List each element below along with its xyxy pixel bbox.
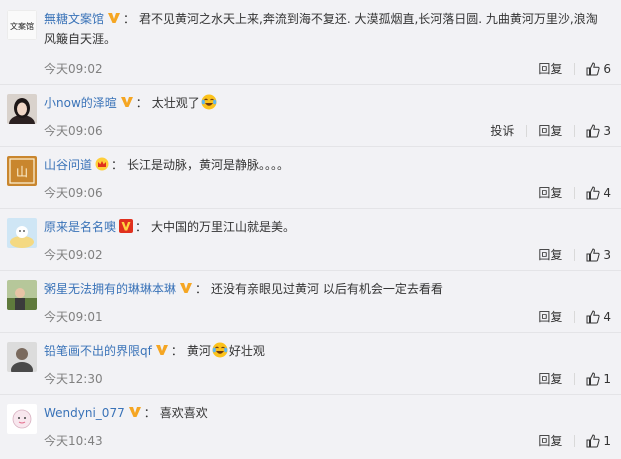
comment-content: 粥星无法拥有的琳琳本琳：还没有亲眼见过黄河 以后有机会一定去看看: [44, 281, 443, 296]
comment-list: 文案馆 無糖文案馆：君不见黄河之水天上来,奔流到海不复还. 大漠孤烟直,长河落日…: [0, 0, 621, 459]
like-count: 4: [603, 310, 611, 324]
comment-time: 今天09:01: [44, 310, 103, 324]
username[interactable]: Wendyni_077: [44, 406, 125, 420]
reply-button[interactable]: 回复: [526, 62, 574, 76]
comment-actions: 回复 6: [526, 62, 611, 76]
avatar[interactable]: 文案馆: [7, 10, 37, 40]
comment-text: 太壮观了: [151, 96, 200, 110]
report-button[interactable]: 投诉: [478, 124, 526, 138]
like-count: 6: [603, 62, 611, 76]
comment-time: 今天09:02: [44, 248, 103, 262]
like-count: 3: [603, 124, 611, 138]
comment-content: Wendyni_077：喜欢喜欢: [44, 405, 208, 420]
comment-content: 無糖文案馆：君不见黄河之水天上来,奔流到海不复还. 大漠孤烟直,长河落日圆. 九…: [44, 11, 598, 46]
crying-laughing-emoji-icon: [201, 94, 217, 110]
comment-content: 山谷问道：长江是动脉，黄河是静脉。。。。: [44, 157, 290, 172]
like-count: 1: [603, 434, 611, 448]
comment-item: 山 山谷问道：长江是动脉，黄河是静脉。。。。 今天09:06 回复 4: [0, 146, 621, 209]
thumbs-up-icon: [586, 372, 600, 386]
comment-actions: 回复 1: [526, 434, 611, 448]
username[interactable]: 原来是名名噢: [44, 220, 116, 234]
like-button[interactable]: 4: [574, 186, 611, 200]
like-count: 3: [603, 248, 611, 262]
comment-time: 今天09:02: [44, 62, 103, 76]
comment-text: 大中国的万里江山就是美。: [151, 220, 296, 234]
reply-button[interactable]: 回复: [526, 248, 574, 262]
v-verified-gold-icon: [155, 343, 169, 357]
comment-actions: 回复 1: [526, 372, 611, 386]
comment-item: 铅笔画不出的界限qf：黄河 好壮观 今天12:30 回复 1: [0, 332, 621, 395]
username[interactable]: 小now的泽暄: [44, 96, 117, 110]
v-verified-gold-icon: [128, 405, 142, 419]
thumbs-up-icon: [586, 186, 600, 200]
username[interactable]: 铅笔画不出的界限qf: [44, 344, 152, 358]
comment-item: Wendyni_077：喜欢喜欢 今天10:43 回复 1: [0, 394, 621, 459]
comment-text: 黄河: [186, 344, 211, 358]
comment-item: 粥星无法拥有的琳琳本琳：还没有亲眼见过黄河 以后有机会一定去看看 今天09:01…: [0, 270, 621, 333]
avatar[interactable]: 山: [7, 156, 37, 186]
like-count: 1: [603, 372, 611, 386]
avatar[interactable]: [7, 404, 37, 434]
comment-item: 小now的泽暄：太壮观了 今天09:06 投诉 回复 3: [0, 84, 621, 147]
comment-actions: 回复 3: [526, 248, 611, 262]
crying-laughing-emoji-icon: [212, 342, 228, 358]
comment-time: 今天10:43: [44, 434, 103, 448]
comment-item: 原来是名名噢：大中国的万里江山就是美。 今天09:02 回复 3: [0, 208, 621, 271]
comment-time: 今天09:06: [44, 186, 103, 200]
reply-button[interactable]: 回复: [526, 186, 574, 200]
comment-text: 喜欢喜欢: [159, 406, 208, 420]
reply-button[interactable]: 回复: [526, 124, 574, 138]
comment-actions: 投诉 回复 3: [478, 124, 611, 138]
svg-text:文案馆: 文案馆: [10, 21, 34, 31]
crown-icon: [95, 157, 109, 171]
v-verified-red-icon: [119, 219, 134, 233]
avatar[interactable]: [7, 280, 37, 310]
v-verified-gold-icon: [179, 281, 193, 295]
comment-time: 今天09:06: [44, 124, 103, 138]
comment-text: 长江是动脉，黄河是静脉。。。。: [127, 158, 290, 172]
username[interactable]: 山谷问道: [44, 158, 92, 172]
username[interactable]: 無糖文案馆: [44, 12, 104, 26]
thumbs-up-icon: [586, 434, 600, 448]
comment-actions: 回复 4: [526, 310, 611, 324]
avatar[interactable]: [7, 94, 37, 124]
like-button[interactable]: 4: [574, 310, 611, 324]
like-button[interactable]: 3: [574, 248, 611, 262]
avatar[interactable]: [7, 342, 37, 372]
comment-actions: 回复 4: [526, 186, 611, 200]
thumbs-up-icon: [586, 62, 600, 76]
reply-button[interactable]: 回复: [526, 434, 574, 448]
like-button[interactable]: 1: [574, 372, 611, 386]
comment-content: 原来是名名噢：大中国的万里江山就是美。: [44, 219, 296, 234]
reply-button[interactable]: 回复: [526, 372, 574, 386]
v-verified-gold-icon: [120, 95, 134, 109]
like-button[interactable]: 3: [574, 124, 611, 138]
thumbs-up-icon: [586, 124, 600, 138]
avatar[interactable]: [7, 218, 37, 248]
svg-text:山: 山: [16, 165, 28, 179]
reply-button[interactable]: 回复: [526, 310, 574, 324]
comment-item: 文案馆 無糖文案馆：君不见黄河之水天上来,奔流到海不复还. 大漠孤烟直,长河落日…: [0, 0, 621, 85]
comment-text: 还没有亲眼见过黄河 以后有机会一定去看看: [211, 282, 443, 296]
like-button[interactable]: 1: [574, 434, 611, 448]
like-button[interactable]: 6: [574, 62, 611, 76]
thumbs-up-icon: [586, 310, 600, 324]
comment-text-after: 好壮观: [228, 344, 265, 358]
like-count: 4: [603, 186, 611, 200]
comment-time: 今天12:30: [44, 372, 103, 386]
thumbs-up-icon: [586, 248, 600, 262]
v-verified-gold-icon: [107, 11, 121, 25]
username[interactable]: 粥星无法拥有的琳琳本琳: [44, 282, 176, 296]
comment-content: 铅笔画不出的界限qf：黄河 好壮观: [44, 342, 265, 358]
comment-content: 小now的泽暄：太壮观了: [44, 93, 601, 113]
